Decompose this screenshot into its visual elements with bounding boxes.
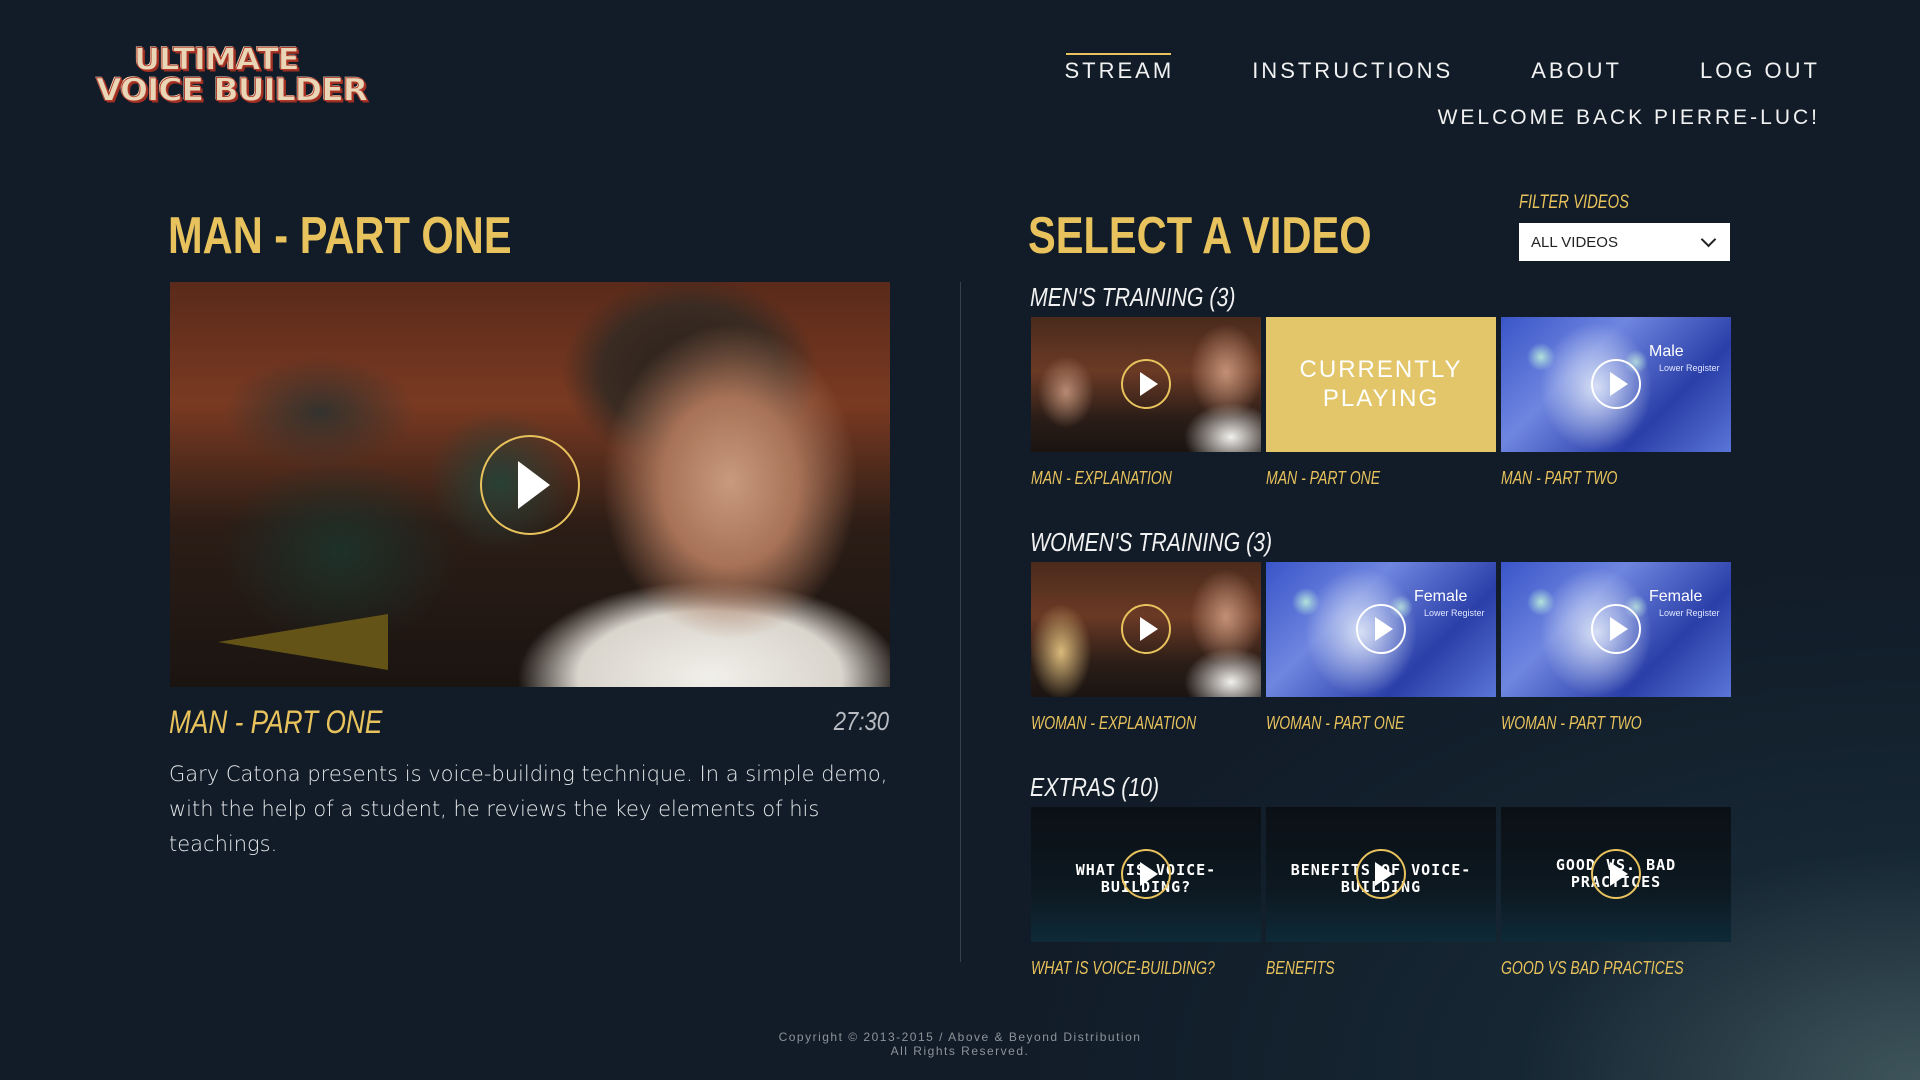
play-icon (1356, 604, 1406, 654)
video-label-man-part-two[interactable]: MAN - PART TWO (1501, 468, 1617, 489)
play-icon (1121, 359, 1171, 409)
section-title-mens-training: MEN'S TRAINING (3) (1030, 282, 1236, 312)
video-label-woman-part-one[interactable]: WOMAN - PART ONE (1266, 713, 1404, 734)
welcome-message: WELCOME BACK PIERRE-LUC! (1437, 106, 1820, 129)
video-label-woman-part-two[interactable]: WOMAN - PART TWO (1501, 713, 1642, 734)
video-player[interactable] (170, 282, 890, 687)
video-thumb-man-part-one[interactable]: CURRENTLY PLAYING (1266, 317, 1496, 452)
video-thumb-woman-part-one[interactable]: Female Lower Register (1266, 562, 1496, 697)
chevron-down-icon (1700, 231, 1717, 247)
filter-videos-select[interactable]: ALL VIDEOS (1519, 223, 1730, 261)
select-video-heading: SELECT A VIDEO (1028, 207, 1372, 265)
play-icon (1591, 359, 1641, 409)
video-title: MAN - PART ONE (169, 704, 383, 740)
section-title-womens-training: WOMEN'S TRAINING (3) (1030, 527, 1273, 557)
main-nav: STREAM INSTRUCTIONS ABOUT LOG OUT (1065, 53, 1821, 84)
video-description: Gary Catona presents is voice-building t… (169, 762, 888, 856)
video-label-benefits[interactable]: BENEFITS (1266, 958, 1335, 979)
play-icon[interactable] (480, 435, 580, 535)
now-playing-heading: MAN - PART ONE (168, 207, 512, 265)
thumb-subtitle: Lower Register (1659, 363, 1720, 373)
thumb-title: Female (1649, 588, 1703, 605)
thumb-title: Female (1414, 588, 1468, 605)
thumb-title: Male (1649, 343, 1684, 360)
play-icon (1591, 849, 1641, 899)
column-divider (960, 282, 961, 962)
video-label-man-explanation[interactable]: MAN - EXPLANATION (1031, 468, 1172, 489)
currently-playing-overlay: CURRENTLY PLAYING (1299, 356, 1463, 412)
play-icon (1591, 604, 1641, 654)
nav-log-out[interactable]: LOG OUT (1700, 58, 1820, 84)
play-icon (1356, 849, 1406, 899)
video-label-what-is-voice-building[interactable]: WHAT IS VOICE-BUILDING? (1031, 958, 1215, 979)
footer: Copyright © 2013-2015 / Above & Beyond D… (0, 1030, 1920, 1058)
nav-instructions[interactable]: INSTRUCTIONS (1252, 58, 1453, 84)
video-thumb-woman-explanation[interactable] (1031, 562, 1261, 697)
thumb-subtitle: Lower Register (1424, 608, 1485, 618)
video-thumb-woman-part-two[interactable]: Female Lower Register (1501, 562, 1731, 697)
thumb-subtitle: Lower Register (1659, 608, 1720, 618)
filter-selected-value: ALL VIDEOS (1531, 233, 1618, 251)
filter-label: FILTER VIDEOS (1519, 192, 1630, 213)
video-thumb-what-is-voice-building[interactable]: WHAT IS VOICE-BUILDING? (1031, 807, 1261, 942)
video-thumb-man-part-two[interactable]: Male Lower Register (1501, 317, 1731, 452)
play-icon (1121, 604, 1171, 654)
video-thumb-benefits[interactable]: BENEFITS OF VOICE-BUILDING (1266, 807, 1496, 942)
video-label-woman-explanation[interactable]: WOMAN - EXPLANATION (1031, 713, 1196, 734)
video-duration: 27:30 (833, 706, 889, 736)
footer-copyright: Copyright © 2013-2015 / Above & Beyond D… (778, 1030, 1142, 1044)
video-thumb-good-vs-bad-practices[interactable]: GOOD VS. BAD PRACTICES (1501, 807, 1731, 942)
nav-about[interactable]: ABOUT (1531, 58, 1622, 84)
nav-stream[interactable]: STREAM (1065, 53, 1175, 84)
logo-line-2: VOICE BUILDER (95, 70, 368, 109)
footer-rights: All Rights Reserved. (890, 1044, 1030, 1058)
section-title-extras: EXTRAS (10) (1030, 772, 1160, 802)
player-meter-graphic (218, 614, 388, 670)
video-label-good-vs-bad-practices[interactable]: GOOD VS BAD PRACTICES (1501, 958, 1684, 979)
video-thumb-man-explanation[interactable] (1031, 317, 1261, 452)
logo[interactable]: ULTIMATE VOICE BUILDER (95, 40, 368, 108)
play-icon (1121, 849, 1171, 899)
video-label-man-part-one[interactable]: MAN - PART ONE (1266, 468, 1380, 489)
